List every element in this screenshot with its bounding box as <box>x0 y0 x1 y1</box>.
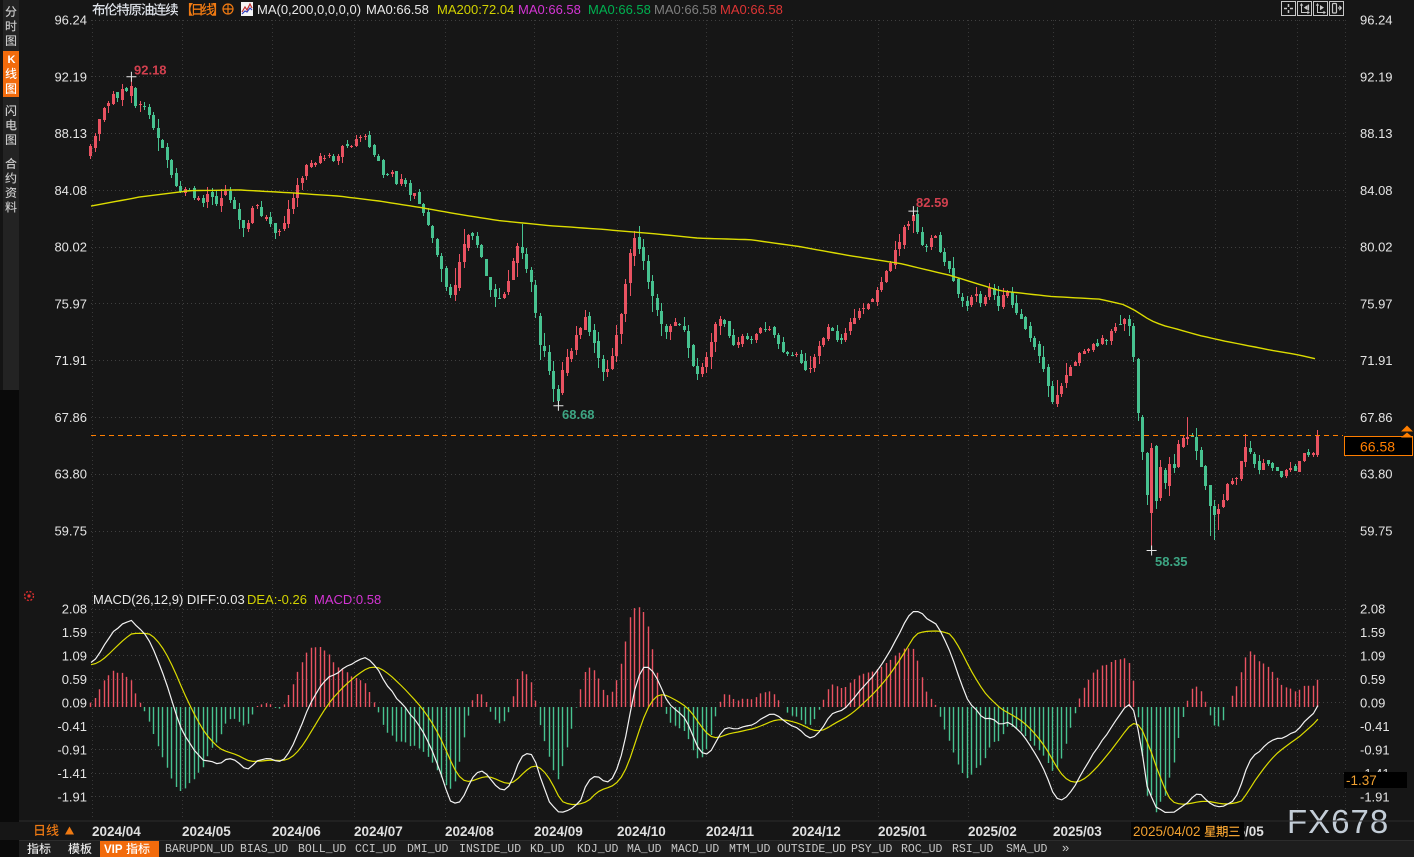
svg-text:2024/08: 2024/08 <box>445 824 494 839</box>
svg-text:ROC_UD: ROC_UD <box>901 843 943 856</box>
svg-text:BOLL_UD: BOLL_UD <box>298 843 346 856</box>
svg-text:-0.91: -0.91 <box>57 742 87 757</box>
svg-text:84.08: 84.08 <box>1360 183 1393 198</box>
svg-text:1.09: 1.09 <box>62 648 87 663</box>
svg-text:96.24: 96.24 <box>1360 13 1393 28</box>
svg-text:2.08: 2.08 <box>62 602 87 617</box>
svg-text:71.91: 71.91 <box>54 353 87 368</box>
svg-text:96.24: 96.24 <box>54 13 87 28</box>
svg-text:DEA:-0.26: DEA:-0.26 <box>247 592 307 607</box>
svg-text:0.59: 0.59 <box>62 672 87 687</box>
svg-text:63.80: 63.80 <box>54 467 87 482</box>
svg-text:2024/04: 2024/04 <box>92 824 141 839</box>
svg-text:92.19: 92.19 <box>1360 69 1393 84</box>
svg-text:MACD_UD: MACD_UD <box>671 843 719 856</box>
svg-text:2024/05: 2024/05 <box>182 824 231 839</box>
svg-text:88.13: 88.13 <box>1360 126 1393 141</box>
svg-text:0.09: 0.09 <box>62 695 87 710</box>
svg-text:2025/03: 2025/03 <box>1053 824 1102 839</box>
svg-text:84.08: 84.08 <box>54 183 87 198</box>
svg-text:80.02: 80.02 <box>1360 240 1393 255</box>
svg-text:66.58: 66.58 <box>1360 439 1395 455</box>
svg-text:MACD:0.58: MACD:0.58 <box>314 592 381 607</box>
svg-text:59.75: 59.75 <box>54 524 87 539</box>
svg-text:-0.41: -0.41 <box>57 719 87 734</box>
svg-text:2.08: 2.08 <box>1360 602 1385 617</box>
svg-text:88.13: 88.13 <box>54 126 87 141</box>
svg-text:2024/06: 2024/06 <box>272 824 321 839</box>
svg-text:1.59: 1.59 <box>1360 625 1385 640</box>
svg-text:71.91: 71.91 <box>1360 353 1393 368</box>
svg-text:PSY_UD: PSY_UD <box>851 843 893 856</box>
svg-text:MA0:66.58: MA0:66.58 <box>654 2 717 17</box>
svg-text:-1.37: -1.37 <box>1346 773 1377 788</box>
svg-text:2025/04/02: 2025/04/02 <box>1133 824 1201 839</box>
svg-text:MA0:66.58: MA0:66.58 <box>518 2 581 17</box>
svg-text:82.59: 82.59 <box>916 195 949 210</box>
svg-text:-1.91: -1.91 <box>57 789 87 804</box>
svg-text:1.09: 1.09 <box>1360 648 1385 663</box>
svg-text:MA0:66.58: MA0:66.58 <box>588 2 651 17</box>
svg-text:MA_UD: MA_UD <box>627 843 662 856</box>
svg-text:92.19: 92.19 <box>54 69 87 84</box>
svg-text:K: K <box>8 54 16 66</box>
svg-text:VIP: VIP <box>104 844 123 856</box>
svg-text:-1.41: -1.41 <box>57 766 87 781</box>
svg-text:2024/07: 2024/07 <box>354 824 403 839</box>
svg-text:67.86: 67.86 <box>54 410 87 425</box>
svg-text:0.09: 0.09 <box>1360 695 1385 710</box>
svg-text:0.59: 0.59 <box>1360 672 1385 687</box>
svg-text:75.97: 75.97 <box>54 296 87 311</box>
svg-text:67.86: 67.86 <box>1360 410 1393 425</box>
svg-text:2025/02: 2025/02 <box>968 824 1017 839</box>
svg-text:58.35: 58.35 <box>1155 554 1188 569</box>
svg-text:MACD(26,12,9) DIFF:0.03: MACD(26,12,9) DIFF:0.03 <box>93 592 245 607</box>
svg-text:MTM_UD: MTM_UD <box>729 843 771 856</box>
svg-text:2024/12: 2024/12 <box>792 824 841 839</box>
svg-text:»: » <box>1062 840 1069 855</box>
svg-text:CCI_UD: CCI_UD <box>355 843 397 856</box>
svg-text:68.68: 68.68 <box>562 407 595 422</box>
svg-text:MA200:72.04: MA200:72.04 <box>437 2 514 17</box>
svg-text:BIAS_UD: BIAS_UD <box>240 843 288 856</box>
svg-text:75.97: 75.97 <box>1360 296 1393 311</box>
svg-text:-0.91: -0.91 <box>1360 742 1390 757</box>
svg-text:MA0:66.58: MA0:66.58 <box>720 2 783 17</box>
svg-text:2025/01: 2025/01 <box>878 824 927 839</box>
svg-text:KD_UD: KD_UD <box>530 843 565 856</box>
svg-text:-0.41: -0.41 <box>1360 719 1390 734</box>
svg-text:59.75: 59.75 <box>1360 524 1393 539</box>
svg-text:1.59: 1.59 <box>62 625 87 640</box>
svg-text:DMI_UD: DMI_UD <box>407 843 449 856</box>
svg-text:MA0:66.58: MA0:66.58 <box>366 2 429 17</box>
svg-text:2024/11: 2024/11 <box>706 824 755 839</box>
svg-text:OUTSIDE_UD: OUTSIDE_UD <box>777 843 846 856</box>
svg-text:BARUPDN_UD: BARUPDN_UD <box>165 843 234 856</box>
svg-text:SMA_UD: SMA_UD <box>1006 843 1048 856</box>
svg-text:RSI_UD: RSI_UD <box>952 843 994 856</box>
svg-text:MA(0,200,0,0,0,0): MA(0,200,0,0,0,0) <box>257 2 361 17</box>
svg-text:2024/09: 2024/09 <box>534 824 583 839</box>
svg-text:92.18: 92.18 <box>134 63 167 78</box>
svg-text:63.80: 63.80 <box>1360 467 1393 482</box>
svg-text:KDJ_UD: KDJ_UD <box>577 843 619 856</box>
svg-text:2024/10: 2024/10 <box>617 824 666 839</box>
svg-text:INSIDE_UD: INSIDE_UD <box>459 843 521 856</box>
svg-text:80.02: 80.02 <box>54 240 87 255</box>
